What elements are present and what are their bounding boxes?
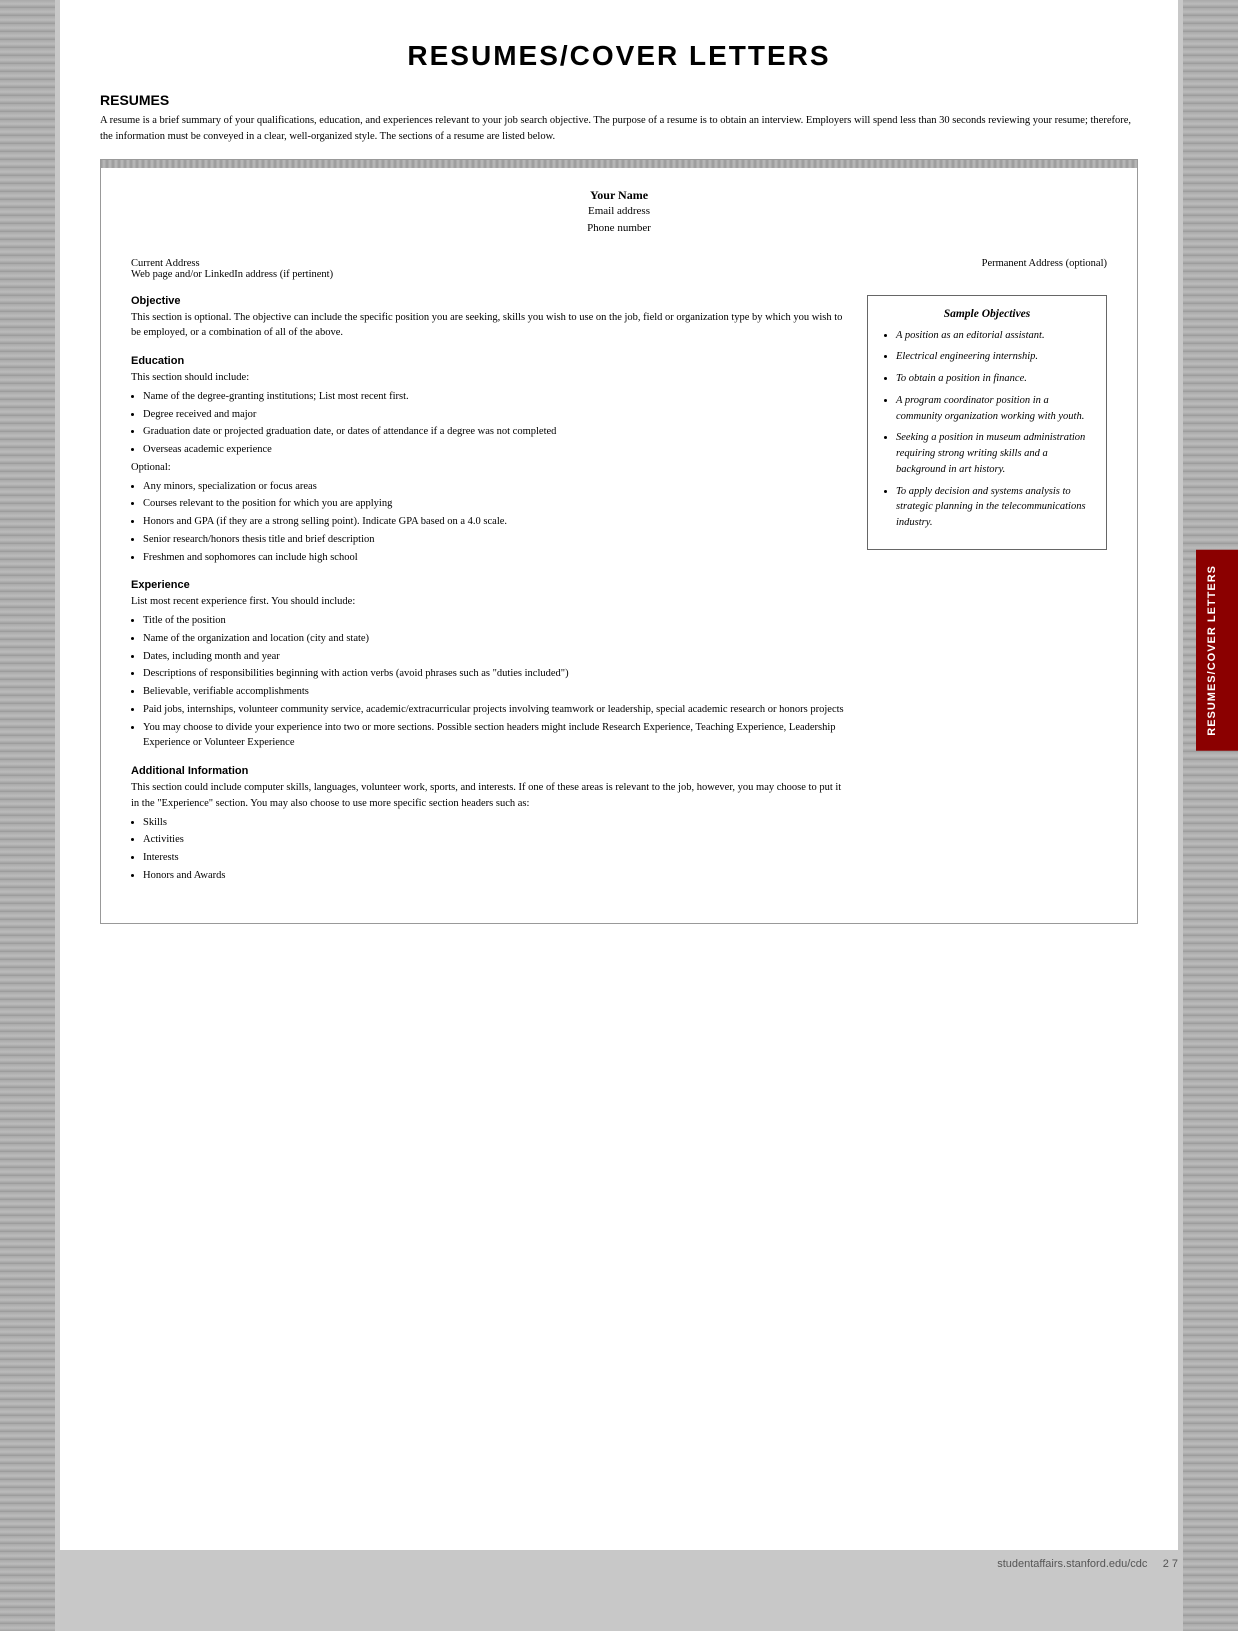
list-item: Name of the degree-granting institutions…	[143, 389, 847, 405]
resume-name: Your Name	[131, 188, 1107, 203]
objective-section: Objective This section is optional. The …	[131, 295, 847, 342]
current-address-block: Current Address Web page and/or LinkedIn…	[131, 258, 333, 280]
list-item: Senior research/honors thesis title and …	[143, 532, 847, 548]
list-item: Title of the position	[143, 613, 847, 629]
sample-objectives-box: Sample Objectives A position as an edito…	[867, 295, 1107, 550]
side-tab: RESUMES/COVER LETTERS	[1196, 550, 1238, 751]
optional-label: Optional:	[131, 460, 847, 476]
page-title: RESUMES/COVER LETTERS	[100, 30, 1138, 72]
list-item: Honors and GPA (if they are a strong sel…	[143, 514, 847, 530]
objective-text: This section is optional. The objective …	[131, 310, 847, 342]
resume-doc-top-border	[101, 160, 1137, 168]
sample-objectives-list: A position as an editorial assistant. El…	[896, 328, 1092, 531]
list-item: To obtain a position in finance.	[896, 371, 1092, 387]
main-content: RESUMES/COVER LETTERS RESUMES A resume i…	[60, 0, 1178, 1550]
permanent-address-label: Permanent Address (optional)	[982, 258, 1107, 280]
experience-heading: Experience	[131, 579, 847, 591]
resume-header: Your Name Email address Phone number	[131, 188, 1107, 238]
web-address: Web page and/or LinkedIn address (if per…	[131, 269, 333, 280]
footer-url: studentaffairs.stanford.edu/cdc	[997, 1558, 1147, 1570]
page-number: 2 7	[1163, 1558, 1178, 1570]
list-item: Graduation date or projected graduation …	[143, 424, 847, 440]
additional-intro: This section could include computer skil…	[131, 780, 847, 812]
education-section: Education This section should include: N…	[131, 355, 847, 565]
resume-phone: Phone number	[131, 220, 1107, 238]
resume-document: Your Name Email address Phone number Cur…	[100, 159, 1138, 924]
list-item: Any minors, specialization or focus area…	[143, 479, 847, 495]
experience-list: Title of the position Name of the organi…	[143, 613, 847, 751]
list-item: Name of the organization and location (c…	[143, 631, 847, 647]
doc-body: Objective This section is optional. The …	[131, 295, 1107, 898]
list-item: A program coordinator position in a comm…	[896, 393, 1092, 425]
doc-right-column: Sample Objectives A position as an edito…	[867, 295, 1107, 898]
resumes-heading: RESUMES	[100, 92, 1138, 108]
page: RESUMES/COVER LETTERS RESUMES/COVER LETT…	[0, 0, 1238, 1631]
page-footer: studentaffairs.stanford.edu/cdc 2 7	[0, 1550, 1238, 1578]
list-item: Activities	[143, 832, 847, 848]
list-item: A position as an editorial assistant.	[896, 328, 1092, 344]
list-item: Believable, verifiable accomplishments	[143, 684, 847, 700]
list-item: Electrical engineering internship.	[896, 349, 1092, 365]
list-item: Seeking a position in museum administrat…	[896, 430, 1092, 477]
list-item: Freshmen and sophomores can include high…	[143, 550, 847, 566]
additional-section: Additional Information This section coul…	[131, 765, 847, 884]
right-decorative-strip	[1183, 0, 1238, 1631]
sample-objectives-title: Sample Objectives	[882, 308, 1092, 320]
additional-list: Skills Activities Interests Honors and A…	[143, 815, 847, 884]
education-intro: This section should include:	[131, 370, 847, 386]
experience-intro: List most recent experience first. You s…	[131, 594, 847, 610]
doc-left-column: Objective This section is optional. The …	[131, 295, 847, 898]
address-row: Current Address Web page and/or LinkedIn…	[131, 258, 1107, 280]
list-item: Descriptions of responsibilities beginni…	[143, 666, 847, 682]
experience-section: Experience List most recent experience f…	[131, 579, 847, 751]
list-item: Paid jobs, internships, volunteer commun…	[143, 702, 847, 718]
list-item: Honors and Awards	[143, 868, 847, 884]
list-item: Courses relevant to the position for whi…	[143, 496, 847, 512]
education-optional-list: Any minors, specialization or focus area…	[143, 479, 847, 566]
objective-heading: Objective	[131, 295, 847, 307]
education-heading: Education	[131, 355, 847, 367]
list-item: Interests	[143, 850, 847, 866]
list-item: Dates, including month and year	[143, 649, 847, 665]
list-item: You may choose to divide your experience…	[143, 720, 847, 752]
current-address-label: Current Address	[131, 258, 333, 269]
list-item: Degree received and major	[143, 407, 847, 423]
additional-heading: Additional Information	[131, 765, 847, 777]
list-item: To apply decision and systems analysis t…	[896, 484, 1092, 531]
left-decorative-strip	[0, 0, 55, 1631]
resumes-intro-section: RESUMES A resume is a brief summary of y…	[100, 92, 1138, 145]
education-list: Name of the degree-granting institutions…	[143, 389, 847, 458]
list-item: Overseas academic experience	[143, 442, 847, 458]
resume-email: Email address	[131, 203, 1107, 221]
list-item: Skills	[143, 815, 847, 831]
resumes-intro-text: A resume is a brief summary of your qual…	[100, 113, 1138, 145]
